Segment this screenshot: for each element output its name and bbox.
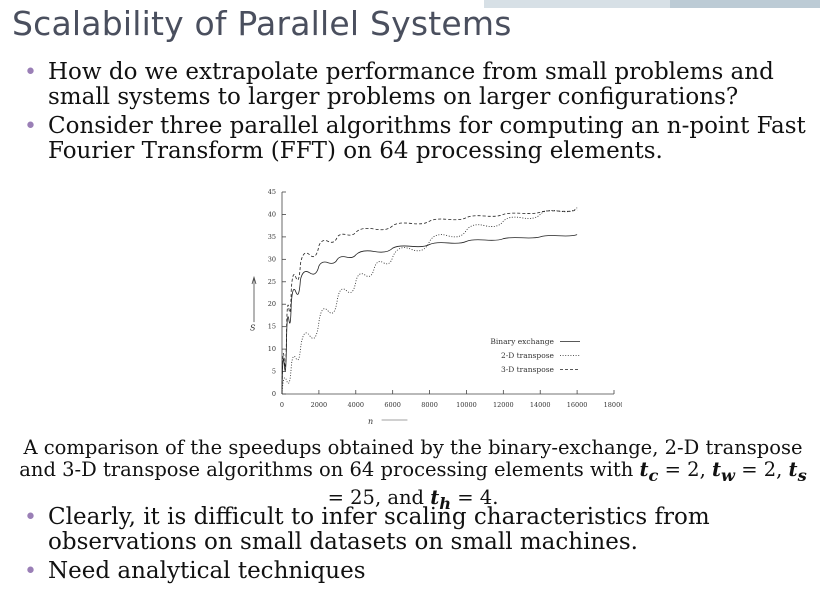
x-tick-label: 16000 (567, 401, 588, 409)
x-axis-label: n (368, 417, 373, 426)
y-tick-label: 5 (272, 368, 276, 376)
x-tick-label: 12000 (493, 401, 514, 409)
y-tick-label: 10 (268, 345, 276, 353)
speedup-chart: 0 2000 4000 6000 8000 10000 12000 14000 16000 180… (250, 188, 622, 426)
caption-var-ts: ts (788, 458, 807, 485)
header-decoration-accent (670, 0, 820, 8)
caption-text: = 2, (658, 458, 712, 481)
y-axis-label: S (250, 324, 256, 333)
chart-legend: Binary exchange 2-D transpose 3-D transpos… (490, 337, 580, 374)
legend-label: 3-D transpose (501, 365, 555, 374)
y-tick-label: 15 (268, 323, 276, 331)
y-tick-label: 40 (268, 210, 276, 218)
chart-ticks: 0 2000 4000 6000 8000 10000 12000 14000 16000 180… (250, 188, 622, 426)
caption-text: = 2, (735, 458, 789, 481)
y-tick-label: 45 (268, 188, 276, 196)
bullet-list-bottom: • Clearly, it is difficult to infer scal… (24, 505, 814, 588)
bullet-text: How do we extrapolate performance from s… (48, 59, 774, 110)
bullet-item: • Need analytical techniques (24, 558, 814, 585)
bullet-dot-icon: • (24, 114, 37, 139)
caption-var-tc: tc (639, 458, 659, 485)
x-tick-label: 10000 (456, 401, 477, 409)
legend-label: Binary exchange (490, 337, 554, 346)
bullet-item: • Clearly, it is difficult to infer scal… (24, 505, 814, 555)
bullet-text: Need analytical techniques (48, 558, 366, 584)
bullet-text: Consider three parallel algorithms for c… (48, 113, 806, 164)
bullet-item: • How do we extrapolate performance from… (24, 60, 814, 110)
bullet-dot-icon: • (24, 559, 37, 584)
caption-var-tw: tw (711, 458, 735, 485)
y-tick-label: 25 (268, 278, 276, 286)
bullet-item: • Consider three parallel algorithms for… (24, 114, 814, 164)
bullet-text: Clearly, it is difficult to infer scalin… (48, 504, 710, 555)
x-tick-label: 4000 (348, 401, 365, 409)
x-tick-label: 14000 (530, 401, 551, 409)
y-tick-label: 20 (268, 300, 276, 308)
bullet-dot-icon: • (24, 60, 37, 85)
bullet-list-top: • How do we extrapolate performance from… (24, 60, 814, 168)
y-tick-label: 35 (268, 233, 276, 241)
y-tick-label: 0 (272, 390, 276, 398)
x-tick-label: 8000 (421, 401, 438, 409)
chart-axes (281, 192, 614, 395)
legend-label: 2-D transpose (501, 351, 555, 360)
x-tick-label: 0 (280, 401, 284, 409)
y-tick-label: 30 (268, 255, 276, 263)
bullet-dot-icon: • (24, 505, 37, 530)
x-tick-label: 18000 (604, 401, 622, 409)
x-tick-label: 6000 (384, 401, 401, 409)
x-tick-label: 2000 (311, 401, 328, 409)
slide-title: Scalability of Parallel Systems (12, 4, 512, 43)
